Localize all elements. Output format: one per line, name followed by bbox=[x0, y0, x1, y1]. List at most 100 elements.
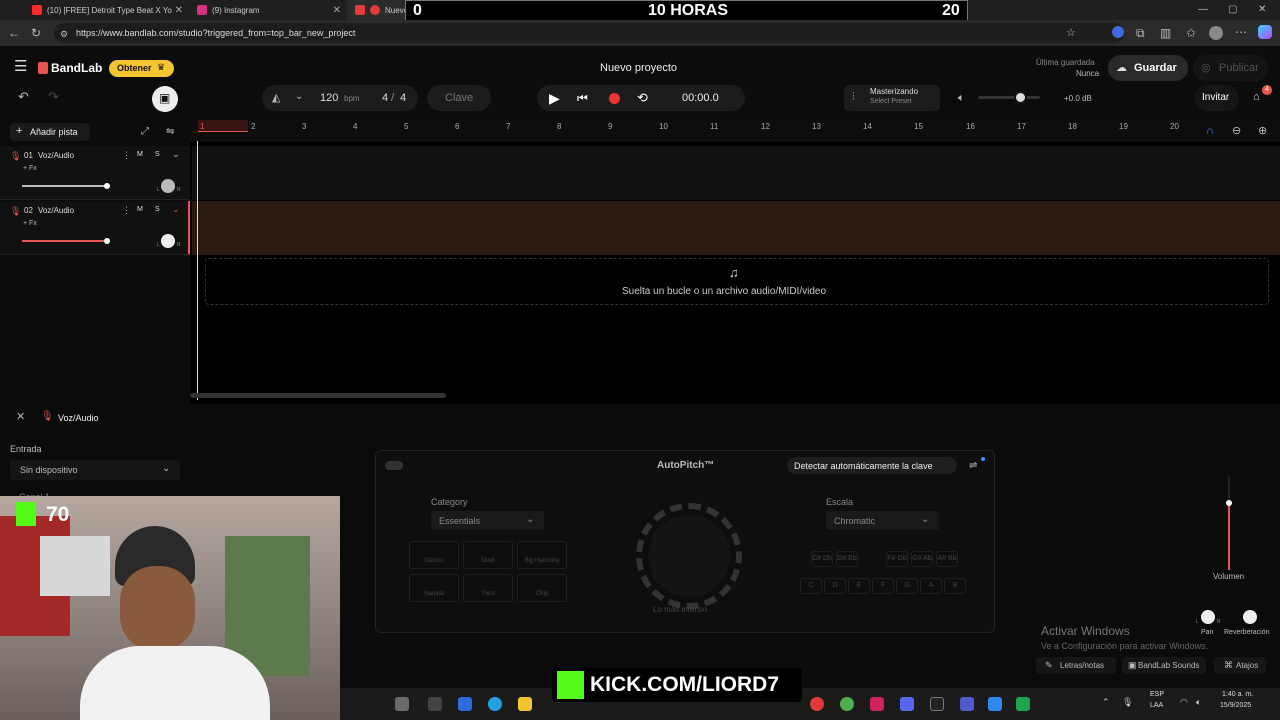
style-classic[interactable]: Classic bbox=[409, 541, 459, 569]
magnet-icon[interactable]: ∩ bbox=[1206, 125, 1214, 137]
store-icon[interactable] bbox=[458, 697, 472, 711]
effect-toggle[interactable] bbox=[385, 461, 403, 470]
key-f-sharp[interactable]: F# Gb bbox=[886, 551, 908, 567]
pan-knob[interactable] bbox=[161, 179, 175, 193]
key-d[interactable]: D bbox=[824, 578, 846, 594]
drop-zone[interactable]: ♫ Suelta un bucle o un archivo audio/MID… bbox=[205, 258, 1269, 305]
more-vertical-icon[interactable]: ⋮ bbox=[122, 205, 131, 216]
extension-icon[interactable] bbox=[1112, 26, 1124, 38]
language-code[interactable]: ESP bbox=[1150, 691, 1164, 698]
time-sig-den[interactable]: 4 bbox=[400, 92, 406, 104]
speaker-icon[interactable]: 🔈︎ bbox=[1196, 697, 1201, 708]
key-a-sharp[interactable]: A# Bb bbox=[936, 551, 958, 567]
menu-icon[interactable]: ☰ bbox=[14, 59, 27, 74]
project-title[interactable]: Nuevo proyecto bbox=[600, 62, 677, 74]
track-row[interactable]: 🎙︎ 02 Voz/Audio ⋮ M S ⌄ + Fx L R bbox=[0, 201, 190, 255]
copilot-icon[interactable] bbox=[1258, 25, 1272, 39]
category-select[interactable]: Essentials ⌄ bbox=[431, 511, 544, 530]
master-volume-slider[interactable] bbox=[978, 96, 1040, 99]
tiktok-icon[interactable] bbox=[870, 697, 884, 711]
detect-key-button[interactable]: Detectar automáticamente la clave bbox=[787, 457, 957, 474]
favorite-icon[interactable]: ☆ bbox=[1066, 27, 1076, 39]
style-big-harmony[interactable]: Big Harmony bbox=[517, 541, 567, 569]
playhead[interactable] bbox=[197, 141, 198, 400]
zoom-out-icon[interactable]: ⊖ bbox=[1232, 125, 1241, 137]
close-window-icon[interactable]: ✕ bbox=[1258, 4, 1266, 16]
wifi-icon[interactable]: ◠ bbox=[1180, 697, 1188, 708]
key-c[interactable]: C bbox=[800, 578, 822, 594]
record-icon[interactable] bbox=[609, 93, 620, 104]
gift-icon[interactable]: ⌂ bbox=[1253, 91, 1260, 103]
tab-instagram[interactable]: (9) Instagram ✕ bbox=[189, 0, 347, 20]
clock-time[interactable]: 1:40 a. m. bbox=[1222, 691, 1253, 698]
loop-icon[interactable]: ⟲ bbox=[637, 90, 648, 106]
split-screen-icon[interactable]: ▥ bbox=[1160, 27, 1171, 39]
track-lane[interactable] bbox=[192, 146, 1280, 200]
loop-region[interactable] bbox=[198, 120, 248, 132]
close-icon[interactable]: ✕ bbox=[333, 5, 341, 16]
obtener-button[interactable]: Obtener ♛ bbox=[109, 60, 174, 77]
key-b[interactable]: B bbox=[944, 578, 966, 594]
volume-fader-thumb[interactable] bbox=[1226, 500, 1232, 506]
spreadsheet-icon[interactable] bbox=[1016, 697, 1030, 711]
intensity-knob[interactable] bbox=[648, 515, 730, 597]
automation-icon[interactable]: ⤢ bbox=[141, 126, 149, 138]
chevron-down-icon[interactable]: ⌄ bbox=[295, 91, 303, 102]
add-fx-button[interactable]: + Fx bbox=[23, 220, 37, 227]
pan-knob[interactable] bbox=[1201, 610, 1215, 624]
add-track-button[interactable]: + Añadir pista bbox=[10, 123, 90, 141]
mastering-button[interactable]: ⫶ Masterizando Select Preset bbox=[844, 85, 940, 111]
tab-youtube[interactable]: (10) [FREE] Detroit Type Beat X Yo ✕ bbox=[24, 0, 189, 20]
track-row[interactable]: 🎙︎ 01 Voz/Audio ⋮ M S ⌄ + Fx L R bbox=[0, 146, 190, 200]
add-fx-button[interactable]: + Fx bbox=[23, 165, 37, 172]
key-f[interactable]: F bbox=[872, 578, 894, 594]
photos-icon[interactable] bbox=[988, 697, 1002, 711]
keyboard-layout[interactable]: LAA bbox=[1150, 702, 1163, 709]
folder-icon[interactable] bbox=[518, 697, 532, 711]
style-duet[interactable]: Duet bbox=[463, 541, 513, 569]
tray-chevron-icon[interactable]: ⌃ bbox=[1102, 697, 1110, 708]
reverb-knob[interactable] bbox=[1243, 610, 1257, 624]
solo-button[interactable]: S bbox=[155, 151, 160, 158]
obs-icon[interactable] bbox=[930, 697, 944, 711]
play-icon[interactable]: ▶ bbox=[549, 90, 560, 107]
teams-icon[interactable] bbox=[960, 697, 974, 711]
shortcuts-button[interactable]: ⌘ Atajos bbox=[1214, 657, 1266, 674]
back-icon[interactable]: ← bbox=[8, 27, 20, 39]
metronome-icon[interactable]: ◭ bbox=[272, 91, 280, 104]
time-sig-num[interactable]: 4 bbox=[382, 92, 388, 104]
key-e[interactable]: E bbox=[848, 578, 870, 594]
volume-icon[interactable]: 🔈︎ bbox=[958, 92, 965, 104]
chrome-icon[interactable] bbox=[840, 697, 854, 711]
close-icon[interactable]: ✕ bbox=[16, 411, 25, 423]
discord-icon[interactable] bbox=[900, 697, 914, 711]
key-g[interactable]: G bbox=[896, 578, 918, 594]
minimize-icon[interactable]: — bbox=[1198, 4, 1208, 16]
avatar[interactable] bbox=[1209, 26, 1223, 40]
save-button[interactable]: ☁ Guardar bbox=[1108, 55, 1188, 81]
chevron-down-icon[interactable]: ⌄ bbox=[172, 149, 180, 160]
app-red-icon[interactable] bbox=[810, 697, 824, 711]
scale-select[interactable]: Chromatic ⌄ bbox=[826, 511, 939, 530]
maximize-icon[interactable]: ▢ bbox=[1228, 4, 1237, 16]
track-name[interactable]: Voz/Audio bbox=[38, 151, 74, 160]
more-vertical-icon[interactable]: ⋮ bbox=[122, 150, 131, 161]
skip-back-icon[interactable]: ⏮ bbox=[577, 91, 588, 106]
edge-icon[interactable] bbox=[488, 697, 502, 711]
key-button[interactable]: Clave bbox=[427, 85, 491, 111]
mute-button[interactable]: M bbox=[137, 151, 143, 158]
undo-icon[interactable]: ↶ bbox=[18, 90, 29, 103]
style-chip[interactable]: Chip bbox=[517, 574, 567, 602]
more-icon[interactable]: ⋯ bbox=[1235, 26, 1247, 38]
invite-button[interactable]: Invitar bbox=[1195, 85, 1239, 111]
track-volume-thumb[interactable] bbox=[104, 238, 110, 244]
track-name[interactable]: Voz/Audio bbox=[38, 206, 74, 215]
extensions-icon[interactable]: ⧉ bbox=[1136, 27, 1145, 39]
style-third[interactable]: Third bbox=[463, 574, 513, 602]
url-field[interactable]: ⚙ https://www.bandlab.com/studio?trigger… bbox=[54, 23, 1124, 43]
task-view-icon[interactable] bbox=[428, 697, 442, 711]
track-volume-slider[interactable] bbox=[22, 240, 108, 242]
solo-button[interactable]: S bbox=[155, 206, 160, 213]
pan-knob[interactable] bbox=[161, 234, 175, 248]
horizontal-scrollbar[interactable] bbox=[190, 393, 446, 398]
